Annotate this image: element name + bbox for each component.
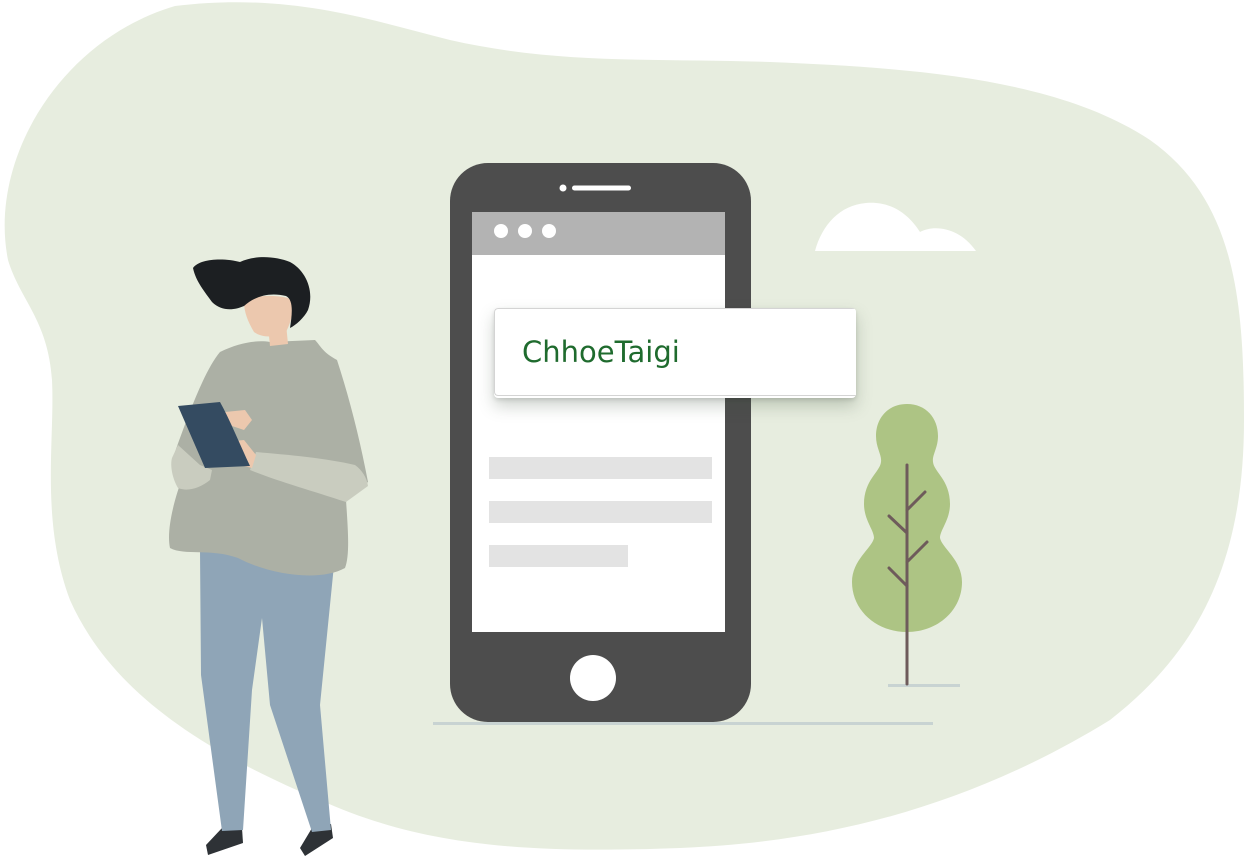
search-input[interactable] xyxy=(494,308,856,396)
phone-screen xyxy=(472,212,725,632)
browser-dot xyxy=(494,224,508,238)
illustration-scene xyxy=(0,0,1244,857)
shoe-left xyxy=(206,828,243,855)
browser-dot xyxy=(518,224,532,238)
phone-camera xyxy=(559,184,567,192)
placeholder-line xyxy=(489,457,712,479)
phone-speaker xyxy=(572,185,631,191)
search-bar xyxy=(494,308,856,398)
home-button xyxy=(570,655,616,701)
phone xyxy=(450,163,751,722)
tree-ground-line xyxy=(888,684,960,687)
browser-dot xyxy=(542,224,556,238)
placeholder-line xyxy=(489,545,628,567)
placeholder-line xyxy=(489,501,712,523)
browser-bar xyxy=(472,212,725,255)
phone-ground-line xyxy=(433,722,933,725)
